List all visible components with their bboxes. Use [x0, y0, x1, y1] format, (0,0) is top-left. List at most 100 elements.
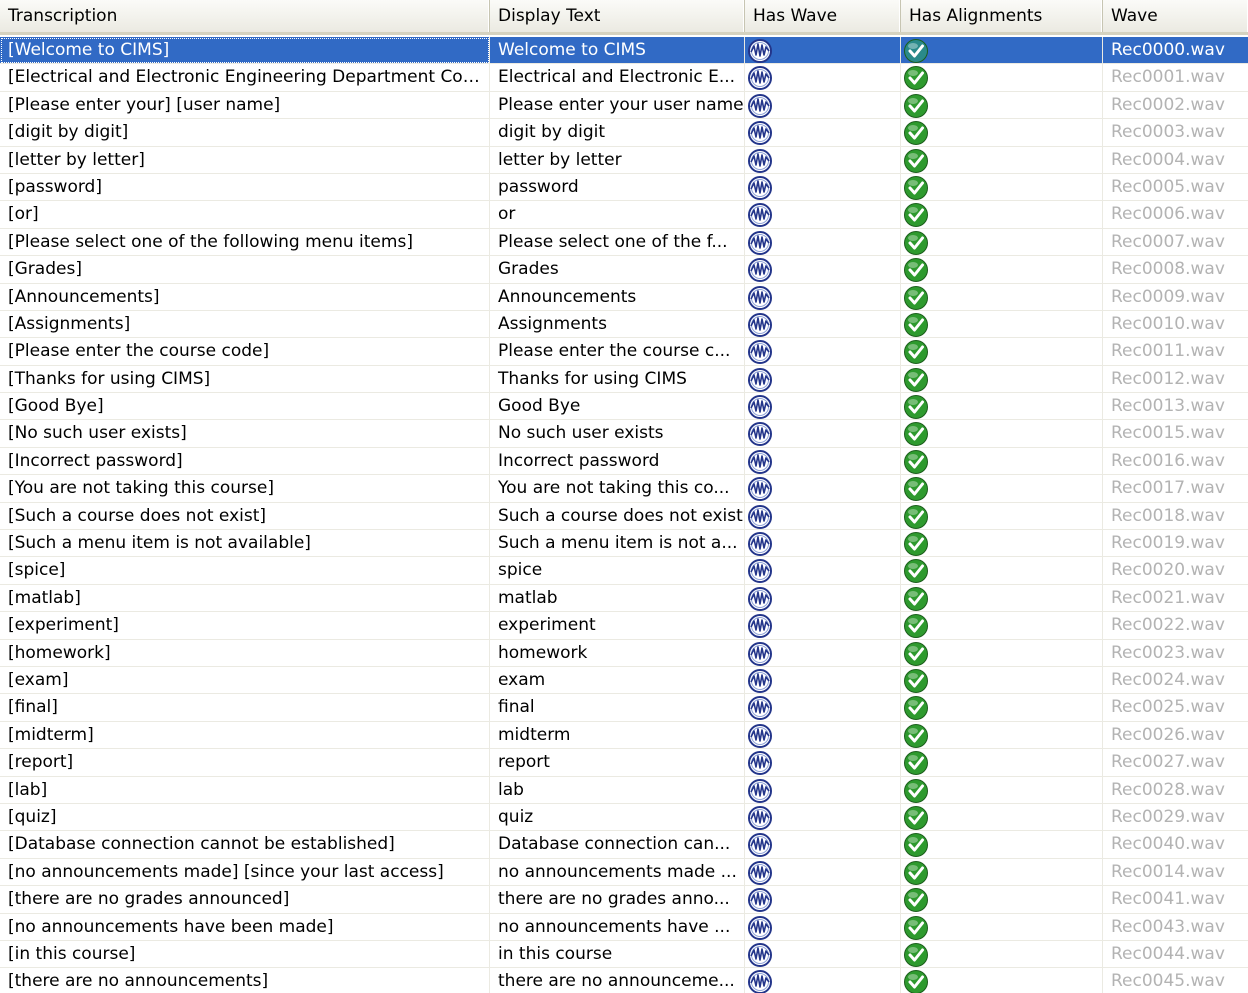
- table-row[interactable]: [or] or Rec0006.wav: [0, 201, 1248, 229]
- green-check-icon: [903, 175, 929, 201]
- cell-has-wave: [745, 803, 901, 831]
- green-check-icon: [903, 202, 929, 228]
- cell-has-wave: [745, 858, 901, 886]
- table-row[interactable]: [quiz] quiz Rec0029.wav: [0, 803, 1248, 832]
- cell-transcription: [Database connection cannot be establish…: [0, 831, 490, 859]
- cell-has-alignments: [901, 858, 1103, 886]
- cell-has-alignments: [901, 146, 1103, 174]
- cell-has-wave: [745, 64, 901, 92]
- waveform-icon: [747, 750, 773, 776]
- cell-has-alignments: [901, 886, 1103, 914]
- table-row[interactable]: [homework] homework Rec0023.wav: [0, 639, 1248, 667]
- cell-has-alignments: [901, 119, 1103, 147]
- table-row[interactable]: [midterm] midterm Rec0026.wav: [0, 721, 1248, 750]
- cell-transcription: [You are not taking this course]: [0, 475, 490, 503]
- green-check-icon: [903, 778, 929, 804]
- cell-transcription: [exam]: [0, 666, 490, 694]
- column-header-has-wave[interactable]: Has Wave: [745, 0, 901, 32]
- cell-transcription: [Grades]: [0, 256, 490, 284]
- green-check-icon: [903, 887, 929, 913]
- table-row[interactable]: [Welcome to CIMS] Welcome to CIMS Rec0000.…: [0, 37, 1248, 65]
- cell-has-wave: [745, 338, 901, 366]
- green-check-icon: [903, 586, 929, 612]
- cell-wave-file: Rec0044.wav: [1111, 943, 1225, 964]
- cell-wave-file: Rec0040.wav: [1111, 834, 1225, 855]
- cell-has-wave: [745, 173, 901, 201]
- cell-has-wave: [745, 447, 901, 475]
- cell-has-wave: [745, 283, 901, 311]
- cell-transcription: [lab]: [0, 776, 490, 804]
- table-row[interactable]: [digit by digit] digit by digit Rec0003.wa…: [0, 119, 1248, 147]
- table-row[interactable]: [Such a course does not exist] Such a cou…: [0, 502, 1248, 531]
- green-check-icon: [903, 723, 929, 749]
- cell-transcription: [no announcements made] [since your last…: [0, 858, 490, 886]
- recordings-list-view[interactable]: Transcription Display Text Has Wave Has …: [0, 0, 1248, 993]
- table-row[interactable]: [no announcements have been made] no anno…: [0, 913, 1248, 941]
- table-row[interactable]: [no announcements made] [since your last…: [0, 858, 1248, 887]
- cell-display-text: Incorrect password: [490, 447, 745, 475]
- waveform-icon: [747, 120, 773, 146]
- cell-has-wave: [745, 310, 901, 338]
- table-row[interactable]: [Grades] Grades Rec0008.wav: [0, 256, 1248, 284]
- table-row[interactable]: [lab] lab Rec0028.wav: [0, 776, 1248, 804]
- table-row[interactable]: [report] report Rec0027.wav: [0, 749, 1248, 777]
- cell-has-alignments: [901, 365, 1103, 393]
- cell-display-text: experiment: [490, 612, 745, 640]
- waveform-icon: [747, 38, 773, 64]
- cell-transcription: [Such a menu item is not available]: [0, 530, 490, 558]
- cell-has-alignments: [901, 721, 1103, 749]
- cell-wave-file: Rec0008.wav: [1111, 259, 1225, 280]
- table-row[interactable]: [Please enter your] [user name] Please en…: [0, 91, 1248, 120]
- green-check-icon: [903, 613, 929, 639]
- table-row[interactable]: [final] final Rec0025.wav: [0, 694, 1248, 722]
- cell-transcription: [spice]: [0, 557, 490, 585]
- table-row[interactable]: [Electrical and Electronic Engineering D…: [0, 64, 1248, 92]
- cell-transcription: [Assignments]: [0, 310, 490, 338]
- table-row[interactable]: [Such a menu item is not available] Such …: [0, 530, 1248, 558]
- table-row[interactable]: [password] password Rec0005.wav: [0, 173, 1248, 202]
- table-row[interactable]: [Thanks for using CIMS] Thanks for using …: [0, 365, 1248, 394]
- cell-display-text: Good Bye: [490, 393, 745, 421]
- table-row[interactable]: [in this course] in this course Rec0044.wa…: [0, 940, 1248, 969]
- cell-transcription: [experiment]: [0, 612, 490, 640]
- cell-display-text: spice: [490, 557, 745, 585]
- table-row[interactable]: [Assignments] Assignments Rec0010.wav: [0, 310, 1248, 339]
- table-row[interactable]: [Database connection cannot be establish…: [0, 831, 1248, 859]
- cell-has-wave: [745, 639, 901, 667]
- waveform-icon: [747, 695, 773, 721]
- cell-transcription: [Announcements]: [0, 283, 490, 311]
- waveform-icon: [747, 915, 773, 941]
- waveform-icon: [747, 476, 773, 502]
- green-check-icon: [903, 942, 929, 968]
- cell-has-alignments: [901, 749, 1103, 777]
- cell-display-text: report: [490, 749, 745, 777]
- table-row[interactable]: [Please select one of the following menu…: [0, 228, 1248, 257]
- cell-display-text: final: [490, 694, 745, 722]
- green-check-icon: [903, 339, 929, 365]
- cell-wave-file: Rec0005.wav: [1111, 176, 1225, 197]
- column-header-transcription[interactable]: Transcription: [0, 0, 490, 32]
- table-row[interactable]: [there are no announcements] there are no…: [0, 968, 1248, 993]
- waveform-icon: [747, 860, 773, 886]
- column-header-wave[interactable]: Wave: [1103, 0, 1248, 32]
- table-row[interactable]: [Good Bye] Good Bye Rec0013.wav: [0, 393, 1248, 421]
- table-row[interactable]: [Announcements] Announcements Rec0009.wav: [0, 283, 1248, 311]
- table-row[interactable]: [exam] exam Rec0024.wav: [0, 666, 1248, 695]
- table-row[interactable]: [spice] spice Rec0020.wav: [0, 557, 1248, 585]
- table-row[interactable]: [experiment] experiment Rec0022.wav: [0, 612, 1248, 640]
- cell-has-wave: [745, 393, 901, 421]
- green-check-icon: [903, 65, 929, 91]
- table-row[interactable]: [No such user exists] No such user exists…: [0, 420, 1248, 448]
- table-row[interactable]: [Incorrect password] Incorrect password Re…: [0, 447, 1248, 476]
- column-header-display-text[interactable]: Display Text: [490, 0, 745, 32]
- column-header-has-alignments[interactable]: Has Alignments: [901, 0, 1103, 32]
- cell-has-alignments: [901, 283, 1103, 311]
- table-row[interactable]: [letter by letter] letter by letter Rec000…: [0, 146, 1248, 174]
- cell-wave-file: Rec0025.wav: [1111, 697, 1225, 718]
- cell-wave-file: Rec0027.wav: [1111, 752, 1225, 773]
- table-row[interactable]: [matlab] matlab Rec0021.wav: [0, 584, 1248, 613]
- table-row[interactable]: [there are no grades announced] there are…: [0, 886, 1248, 914]
- table-row[interactable]: [Please enter the course code] Please ent…: [0, 338, 1248, 366]
- cell-transcription: [no announcements have been made]: [0, 913, 490, 941]
- table-row[interactable]: [You are not taking this course] You are …: [0, 475, 1248, 503]
